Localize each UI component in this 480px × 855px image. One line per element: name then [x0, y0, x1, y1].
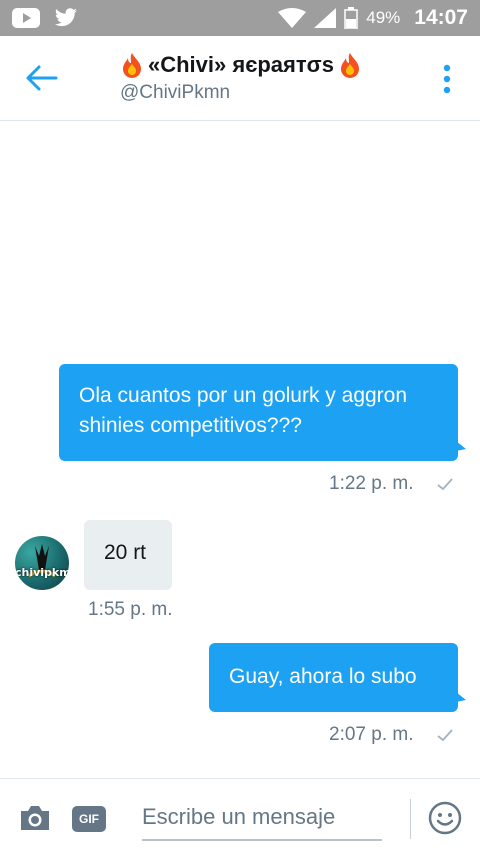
bubble-tail [456, 441, 466, 451]
status-bar: 49% 14:07 [0, 0, 480, 36]
youtube-icon [12, 8, 40, 28]
twitter-icon [55, 8, 77, 27]
gif-label: GIF [79, 812, 99, 826]
more-options-icon[interactable] [442, 64, 452, 94]
bubble-tail [456, 692, 466, 702]
message-composer: GIF [0, 778, 480, 855]
cell-signal-icon [314, 8, 337, 28]
fire-icon [340, 53, 359, 78]
avatar-figure-icon [28, 544, 56, 578]
message-timestamp: 1:22 p. m. [329, 473, 414, 494]
message-timestamp: 2:07 p. m. [329, 724, 414, 745]
conversation-title: «Chivi» яєраятσѕ [148, 52, 334, 77]
user-handle: @ChiviPkmn [120, 82, 231, 103]
battery-icon [344, 7, 358, 29]
message-input[interactable] [142, 795, 382, 841]
gif-button[interactable]: GIF [72, 806, 106, 832]
camera-icon[interactable] [18, 803, 52, 833]
message-text: Ola cuantos por un golurk y aggron shini… [79, 384, 408, 437]
message-text: Guay, ahora lo subo [229, 665, 417, 688]
avatar[interactable]: chivipkmn [15, 536, 69, 590]
fire-icon [123, 53, 141, 78]
composer-divider [410, 799, 411, 839]
message-timestamp: 1:55 p. m. [88, 599, 173, 620]
battery-percent: 49% [366, 8, 401, 27]
conversation-title-block[interactable]: «Chivi» яєраятσѕ @ChiviPkmn [120, 52, 362, 104]
avatar-label: chivipkmn [15, 566, 69, 579]
message-bubble-sent[interactable]: Guay, ahora lo subo [209, 643, 466, 712]
wifi-icon [278, 8, 307, 28]
clock: 14:07 [414, 6, 468, 29]
message-bubble-received[interactable]: 20 rt [84, 520, 172, 590]
sent-check-icon [437, 729, 453, 742]
sent-check-icon [437, 478, 453, 491]
emoji-icon[interactable] [428, 801, 462, 835]
message-text: 20 rt [104, 541, 147, 564]
back-arrow-icon[interactable] [24, 63, 58, 93]
conversation-header: «Chivi» яєраятσѕ @ChiviPkmn [0, 36, 480, 121]
message-bubble-sent[interactable]: Ola cuantos por un golurk y aggron shini… [59, 364, 466, 461]
